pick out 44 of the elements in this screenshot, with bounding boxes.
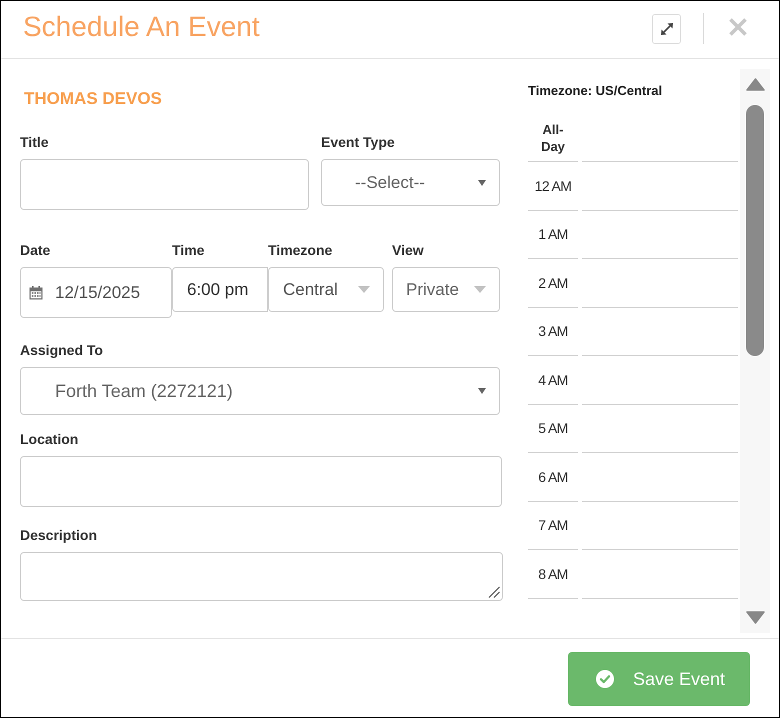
- field-label: Assigned To: [20, 341, 103, 360]
- dropdown[interactable]: --Select--: [321, 159, 500, 206]
- calendar-icon: [29, 286, 43, 300]
- hour-label: 3 AM: [538, 323, 568, 340]
- field-label: Timezone: [268, 241, 332, 260]
- caret-icon: [478, 180, 486, 186]
- timezone-label: Timezone: US/Central: [528, 83, 662, 99]
- field-label: View: [392, 241, 424, 260]
- hour-label: 6 AM: [538, 468, 568, 485]
- dropdown[interactable]: Forth Team (2272121): [20, 367, 500, 415]
- caret-icon: [478, 388, 486, 394]
- hour-label: 5 AM: [538, 420, 568, 436]
- hour-label: 12 AM: [534, 178, 572, 194]
- text-input[interactable]: [20, 159, 309, 210]
- check-circle-icon: [596, 670, 614, 688]
- caret-icon: [474, 286, 486, 293]
- field-label: Location: [20, 430, 78, 449]
- field-label: Date: [20, 241, 50, 260]
- field-label: Description: [20, 526, 98, 545]
- hour-label: 2 AM: [538, 274, 568, 291]
- expand-icon: [660, 22, 672, 34]
- resize-grip-icon[interactable]: [488, 586, 500, 598]
- close-button[interactable]: [729, 18, 747, 36]
- hour-label: 8 AM: [538, 566, 568, 582]
- field-label: Time: [172, 241, 204, 260]
- owner-name: THOMAS DEVOS: [24, 89, 162, 109]
- hour-label: 4 AM: [538, 372, 568, 388]
- scrollbar-thumb[interactable]: [746, 105, 764, 356]
- hour-label: 1 AM: [538, 226, 568, 242]
- dropdown[interactable]: Private: [392, 267, 500, 312]
- field-label: Event Type: [321, 133, 395, 152]
- scroll-up-icon[interactable]: [746, 78, 764, 91]
- all-day-label: All-Day: [540, 121, 566, 155]
- time-field[interactable]: 6:00 pm: [172, 267, 268, 312]
- date-field[interactable]: 12/15/2025: [20, 267, 172, 318]
- scroll-down-icon[interactable]: [746, 611, 764, 624]
- close-icon: [729, 18, 747, 36]
- dropdown[interactable]: Central: [268, 267, 384, 312]
- expand-button[interactable]: [652, 14, 681, 44]
- hour-label: 7 AM: [538, 517, 568, 534]
- field-label: Title: [20, 133, 49, 152]
- dialog-title: Schedule An Event: [23, 10, 260, 44]
- text-input[interactable]: [20, 456, 502, 507]
- caret-icon: [358, 286, 370, 293]
